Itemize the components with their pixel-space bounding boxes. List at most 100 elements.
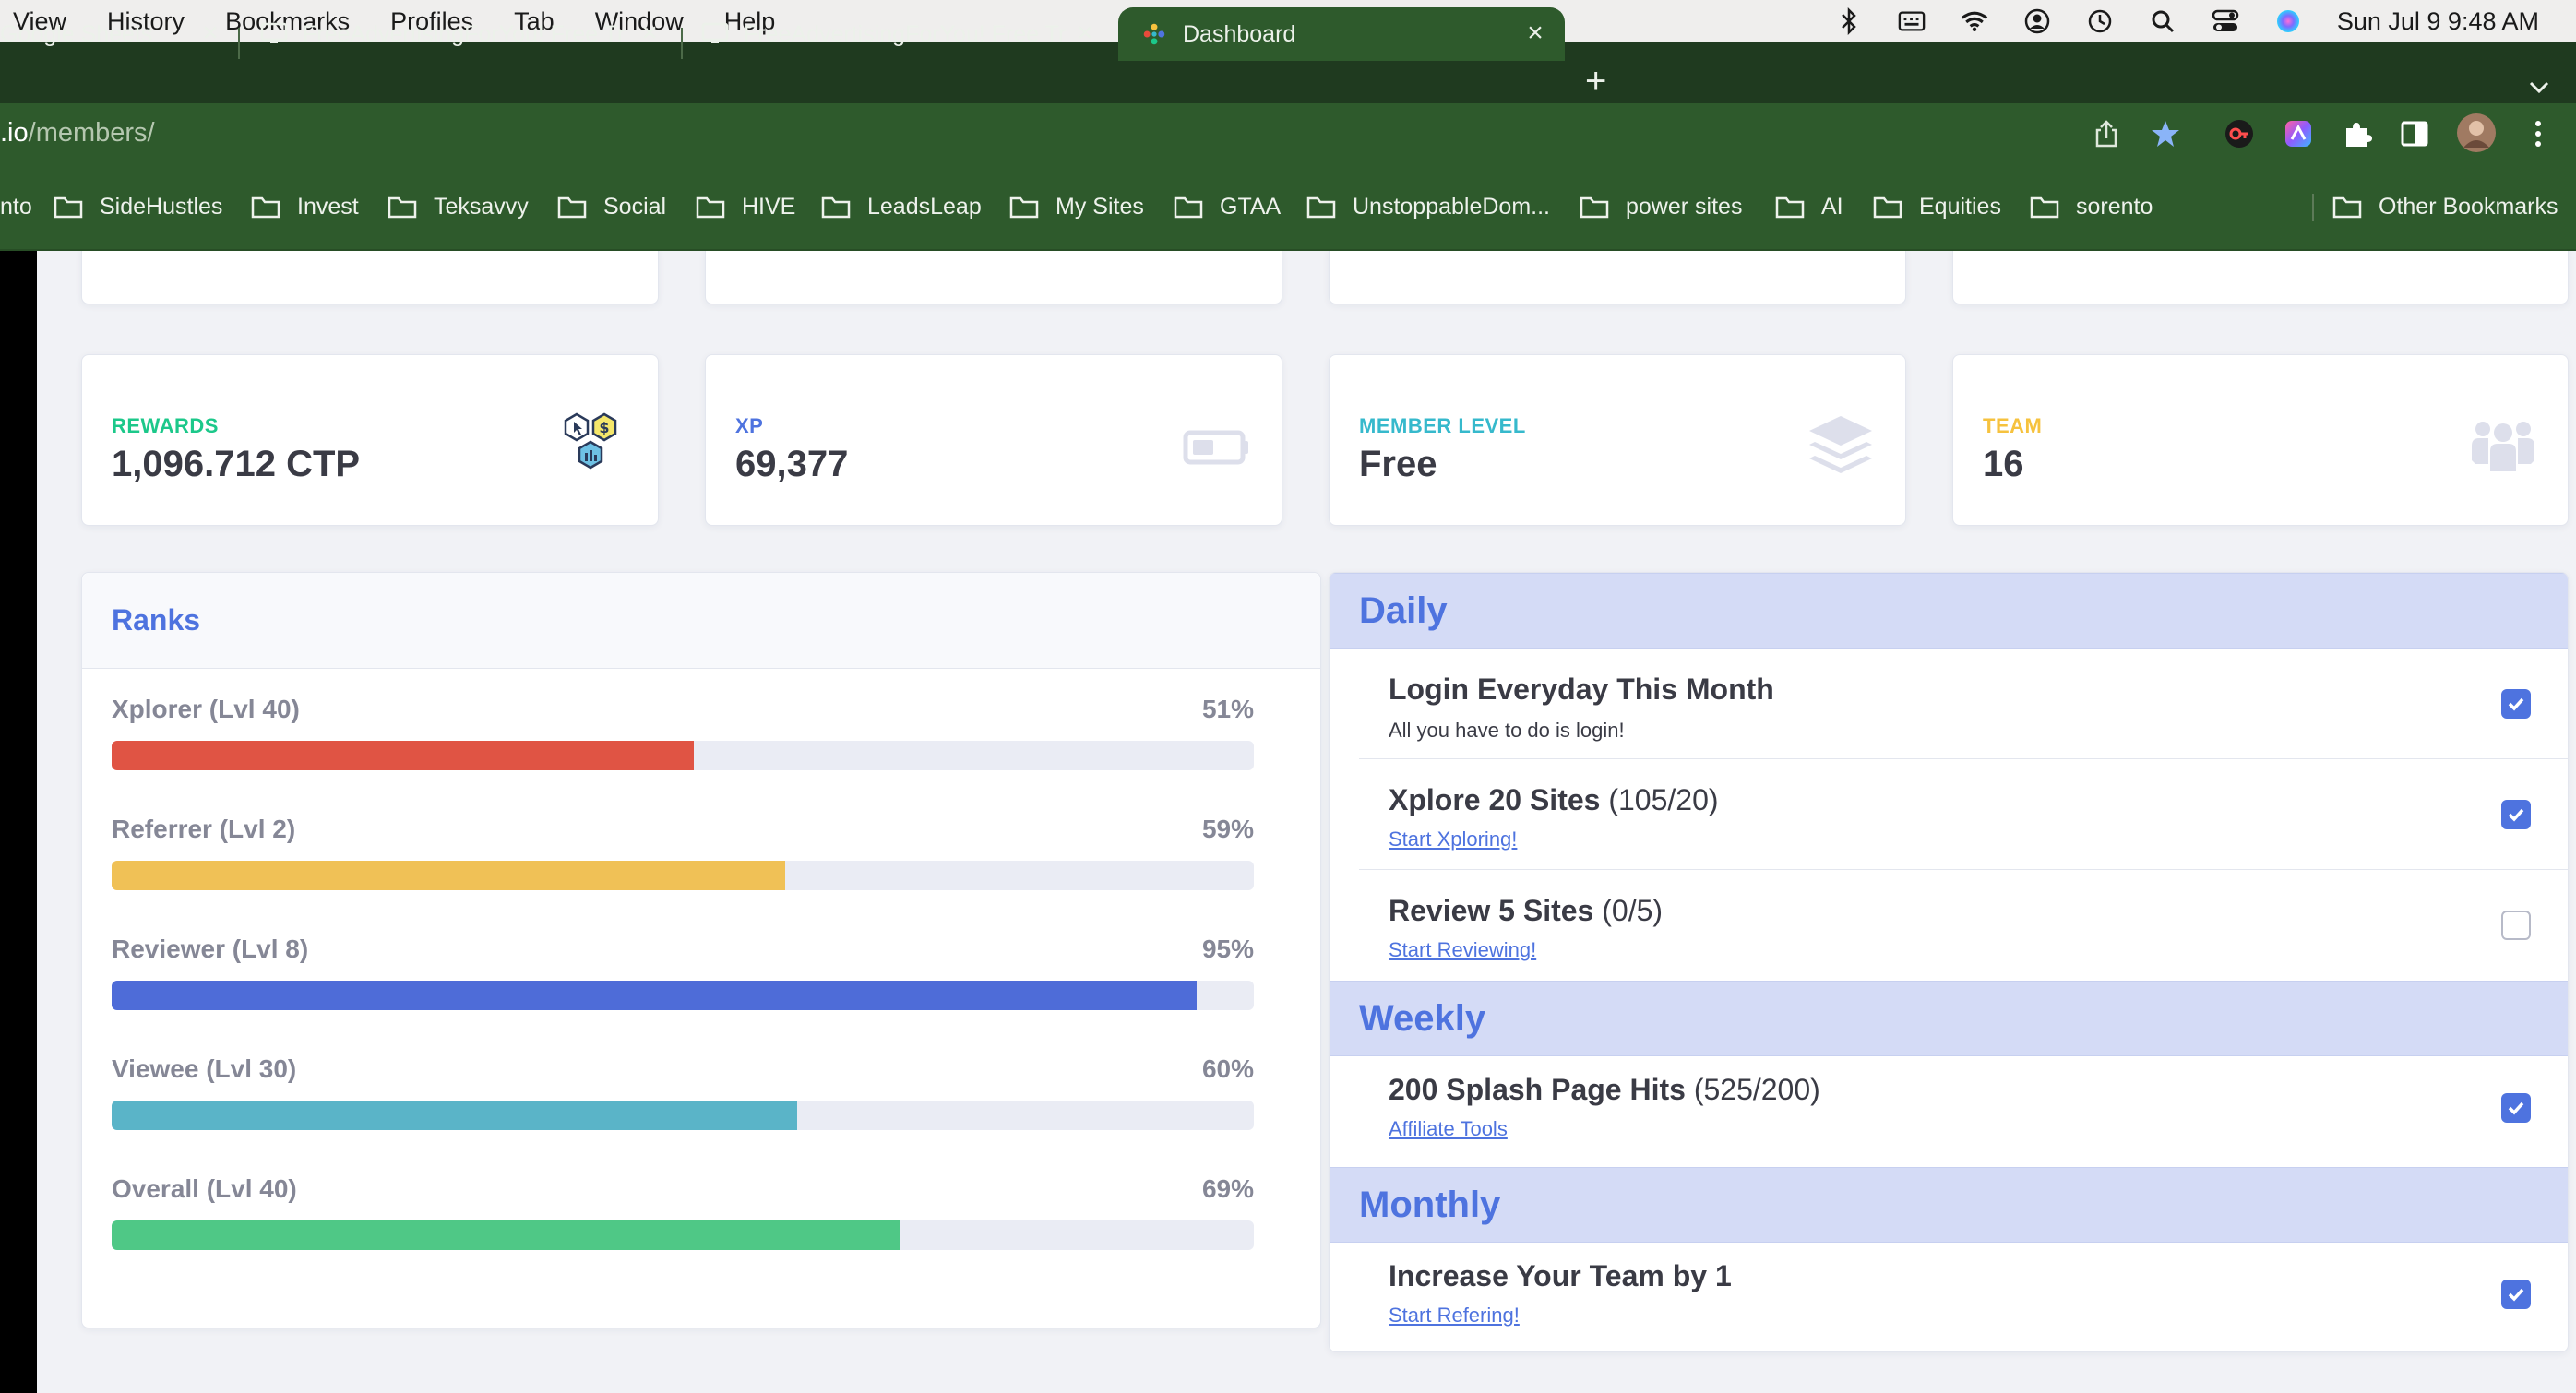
share-icon[interactable] bbox=[2091, 118, 2122, 149]
bookmark-label: LeadsLeap bbox=[867, 193, 982, 220]
folder-icon bbox=[2332, 196, 2362, 219]
bookmark-label: sorento bbox=[2076, 193, 2153, 220]
bookmarks-bar: nto SideHustles Invest Teksavvy Social H… bbox=[0, 162, 2576, 251]
task-name: Xplore 20 Sites (105/20) bbox=[1389, 783, 1719, 816]
url-path: /members/ bbox=[28, 117, 155, 148]
address-bar[interactable]: .io/members/ bbox=[0, 103, 155, 162]
close-icon[interactable]: × bbox=[1072, 18, 1098, 48]
task-checkbox-checked[interactable] bbox=[2501, 689, 2531, 719]
rank-percent: 59% bbox=[1201, 815, 1254, 843]
tab-freeadvertising-2[interactable]: FreeAdvertisingForYou! Free Tr × bbox=[701, 7, 1115, 61]
folder-icon bbox=[2030, 196, 2059, 219]
folder-icon bbox=[821, 196, 851, 219]
bookmark-star-icon[interactable] bbox=[2150, 118, 2181, 149]
start-refering-link[interactable]: Start Refering! bbox=[1389, 1304, 1520, 1328]
rank-label: Xplorer (Lvl 40) bbox=[112, 695, 300, 723]
user-account-icon[interactable] bbox=[2023, 7, 2051, 35]
tab-freeadvertising-1[interactable]: FreeAdvertisingForYou! Free Tr × bbox=[260, 7, 679, 61]
extensions-puzzle-icon[interactable] bbox=[2342, 118, 2373, 149]
task-checkbox-checked[interactable] bbox=[2501, 1280, 2531, 1309]
stat-label: Member Level bbox=[1359, 414, 1526, 437]
layers-icon bbox=[1809, 416, 1872, 473]
ranks-title: Ranks bbox=[82, 573, 1320, 669]
bookmark-folder-unstoppable[interactable]: UnstoppableDom... bbox=[1306, 162, 1550, 251]
start-xploring-link[interactable]: Start Xploring! bbox=[1389, 827, 1517, 851]
folder-icon bbox=[54, 196, 83, 219]
folder-icon bbox=[1174, 196, 1203, 219]
new-tab-plus-icon[interactable]: + bbox=[1585, 63, 1606, 100]
task-row-xplore: Xplore 20 Sites (105/20) Start Xploring! bbox=[1359, 759, 2568, 870]
bookmark-item[interactable]: nto bbox=[0, 162, 32, 251]
stat-value: 16 bbox=[1983, 444, 2024, 484]
keyboard-icon[interactable] bbox=[1898, 7, 1926, 35]
folder-icon bbox=[1009, 196, 1039, 219]
task-checkbox-unchecked[interactable] bbox=[2501, 911, 2531, 940]
folder-icon bbox=[1580, 196, 1609, 219]
bookmark-folder-hive[interactable]: HIVE bbox=[696, 162, 795, 251]
stat-value: 1,096.712 CTP bbox=[112, 444, 361, 484]
extension-gradient-icon[interactable] bbox=[2283, 118, 2314, 149]
stat-card-rewards: Rewards 1,096.712 CTP $ bbox=[81, 354, 659, 526]
bookmark-folder-power-sites[interactable]: power sites bbox=[1580, 162, 1742, 251]
bookmark-folder-sorento[interactable]: sorento bbox=[2030, 162, 2153, 251]
folder-icon bbox=[388, 196, 417, 219]
stat-value: 69,377 bbox=[735, 444, 849, 484]
start-reviewing-link[interactable]: Start Reviewing! bbox=[1389, 938, 1536, 962]
rank-progress-bar bbox=[112, 981, 1254, 1010]
close-icon[interactable]: × bbox=[197, 18, 223, 48]
stat-value: Free bbox=[1359, 444, 1437, 484]
time-machine-icon[interactable] bbox=[2086, 7, 2114, 35]
siri-icon[interactable] bbox=[2274, 7, 2302, 35]
bookmark-folder-invest[interactable]: Invest bbox=[251, 162, 359, 251]
url-domain: .io bbox=[0, 117, 29, 148]
page-left-edge bbox=[0, 251, 37, 1393]
folder-icon bbox=[1873, 196, 1902, 219]
rank-row: Referrer (Lvl 2) 59% bbox=[112, 815, 1254, 890]
chevron-down-icon[interactable] bbox=[2526, 74, 2552, 100]
spotlight-search-icon[interactable] bbox=[2149, 7, 2176, 35]
folder-icon bbox=[1775, 196, 1805, 219]
tab-google-sheets[interactable]: Google Sheets × bbox=[0, 7, 236, 61]
bookmark-folder-sidehustles[interactable]: SideHustles bbox=[54, 162, 222, 251]
bookmark-folder-equities[interactable]: Equities bbox=[1873, 162, 2001, 251]
stat-card-member-level: Member Level Free bbox=[1329, 354, 1906, 526]
affiliate-tools-link[interactable]: Affiliate Tools bbox=[1389, 1117, 1508, 1141]
extension-key-icon[interactable] bbox=[2224, 118, 2255, 149]
bookmark-label: Teksavvy bbox=[434, 193, 529, 220]
bookmark-label: nto bbox=[0, 193, 32, 220]
bookmark-folder-gtaa[interactable]: GTAA bbox=[1174, 162, 1281, 251]
bluetooth-icon[interactable] bbox=[1835, 7, 1863, 35]
rank-label: Overall (Lvl 40) bbox=[112, 1174, 297, 1203]
close-icon[interactable]: × bbox=[1522, 18, 1548, 48]
bookmark-folder-ai[interactable]: AI bbox=[1775, 162, 1843, 251]
rank-progress-fill bbox=[112, 1220, 900, 1250]
rank-row: Reviewer (Lvl 8) 95% bbox=[112, 935, 1254, 1010]
menubar-clock[interactable]: Sun Jul 9 9:48 AM bbox=[2337, 7, 2539, 36]
rank-progress-bar bbox=[112, 741, 1254, 770]
section-weekly-header: Weekly bbox=[1330, 981, 2568, 1056]
wifi-icon[interactable] bbox=[1961, 7, 1988, 35]
rank-progress-bar bbox=[112, 1101, 1254, 1130]
rank-progress-fill bbox=[112, 1101, 797, 1130]
task-checkbox-checked[interactable] bbox=[2501, 1093, 2531, 1123]
bookmark-folder-other[interactable]: Other Bookmarks bbox=[2332, 162, 2558, 251]
bookmark-folder-social[interactable]: Social bbox=[557, 162, 666, 251]
bookmark-label: My Sites bbox=[1055, 193, 1144, 220]
bookmark-folder-teksavvy[interactable]: Teksavvy bbox=[388, 162, 529, 251]
task-name: Increase Your Team by 1 bbox=[1389, 1259, 1732, 1292]
bookmark-folder-leadsleap[interactable]: LeadsLeap bbox=[821, 162, 982, 251]
sidebar-panel-icon[interactable] bbox=[2399, 118, 2430, 149]
rank-row: Overall (Lvl 40) 69% bbox=[112, 1174, 1254, 1250]
control-center-icon[interactable] bbox=[2212, 7, 2239, 35]
task-checkbox-checked[interactable] bbox=[2501, 800, 2531, 829]
tab-dashboard[interactable]: Dashboard × bbox=[1118, 7, 1565, 61]
rank-percent: 51% bbox=[1201, 695, 1254, 723]
bookmark-folder-my-sites[interactable]: My Sites bbox=[1009, 162, 1144, 251]
folder-icon bbox=[251, 196, 280, 219]
browser-menu-kebab-icon[interactable] bbox=[2522, 118, 2554, 149]
task-description: All you have to do is login! bbox=[1389, 719, 1625, 742]
profile-avatar[interactable] bbox=[2456, 113, 2497, 153]
rank-percent: 69% bbox=[1201, 1174, 1254, 1203]
close-icon[interactable]: × bbox=[637, 18, 662, 48]
rank-label: Viewee (Lvl 30) bbox=[112, 1054, 297, 1083]
